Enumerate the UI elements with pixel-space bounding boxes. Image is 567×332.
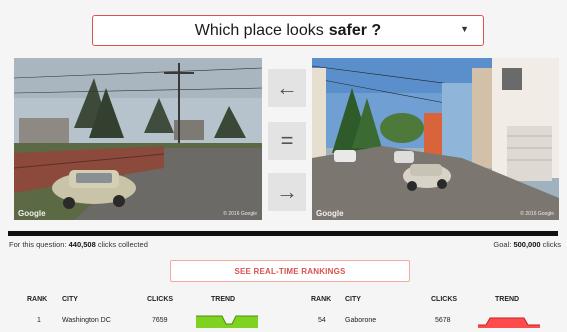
caret-down-icon: ▼ [460, 24, 469, 34]
trend-sparkline-up [196, 314, 258, 328]
arrow-left-icon: ← [276, 75, 298, 100]
right-street-photo[interactable]: Google © 2016 Google [312, 58, 559, 220]
clicks-header: CLICKS [147, 296, 174, 303]
clicks-cell: 5678 [435, 317, 451, 324]
goal-suffix: clicks [542, 240, 561, 249]
see-rankings-button[interactable]: SEE REAL-TIME RANKINGS [170, 260, 410, 282]
goal-text: Goal: 500,000 clicks [493, 240, 561, 249]
question-emphasis: safer ? [328, 21, 382, 39]
right-photo-watermark: Google [316, 209, 344, 218]
rank-cell: 1 [37, 317, 41, 324]
vote-equal-button[interactable]: = [268, 122, 306, 160]
rank-header: RANK [311, 296, 332, 303]
clicks-count: 440,508 [68, 240, 96, 249]
left-street-photo[interactable]: Google © 2016 Google [14, 58, 262, 220]
trend-sparkline-down [478, 314, 540, 328]
rank-cell: 54 [318, 317, 326, 324]
rank-header: RANK [27, 296, 48, 303]
left-photo-copyright: © 2016 Google [223, 211, 257, 217]
clicks-suffix: clicks collected [97, 240, 148, 249]
goal-count: 500,000 [513, 240, 541, 249]
clicks-collected-text: For this question: 440,508 clicks collec… [9, 240, 148, 249]
clicks-header: CLICKS [431, 296, 458, 303]
clicks-cell: 7659 [152, 317, 168, 324]
arrow-right-icon: → [276, 179, 298, 204]
right-photo-image [312, 58, 559, 220]
right-photo-copyright: © 2016 Google [520, 211, 554, 217]
left-photo-watermark: Google [18, 209, 46, 218]
city-header: CITY [345, 296, 361, 303]
clicks-prefix: For this question: [9, 240, 67, 249]
equal-icon: = [280, 128, 294, 153]
trend-header: TREND [495, 296, 520, 303]
goal-prefix: Goal: [493, 240, 512, 249]
clicks-progress-fill [8, 231, 492, 236]
city-cell[interactable]: Washington DC [62, 317, 111, 324]
trend-header: TREND [211, 296, 236, 303]
city-cell[interactable]: Gaborone [345, 317, 376, 324]
question-text: Which place looks [194, 21, 324, 39]
vote-left-button[interactable]: ← [268, 69, 306, 107]
question-dropdown[interactable]: Which place looks safer ? ▼ [92, 15, 484, 46]
clicks-progress-bar [8, 231, 558, 236]
vote-right-button[interactable]: → [268, 173, 306, 211]
left-photo-image [14, 58, 262, 220]
city-header: CITY [62, 296, 78, 303]
